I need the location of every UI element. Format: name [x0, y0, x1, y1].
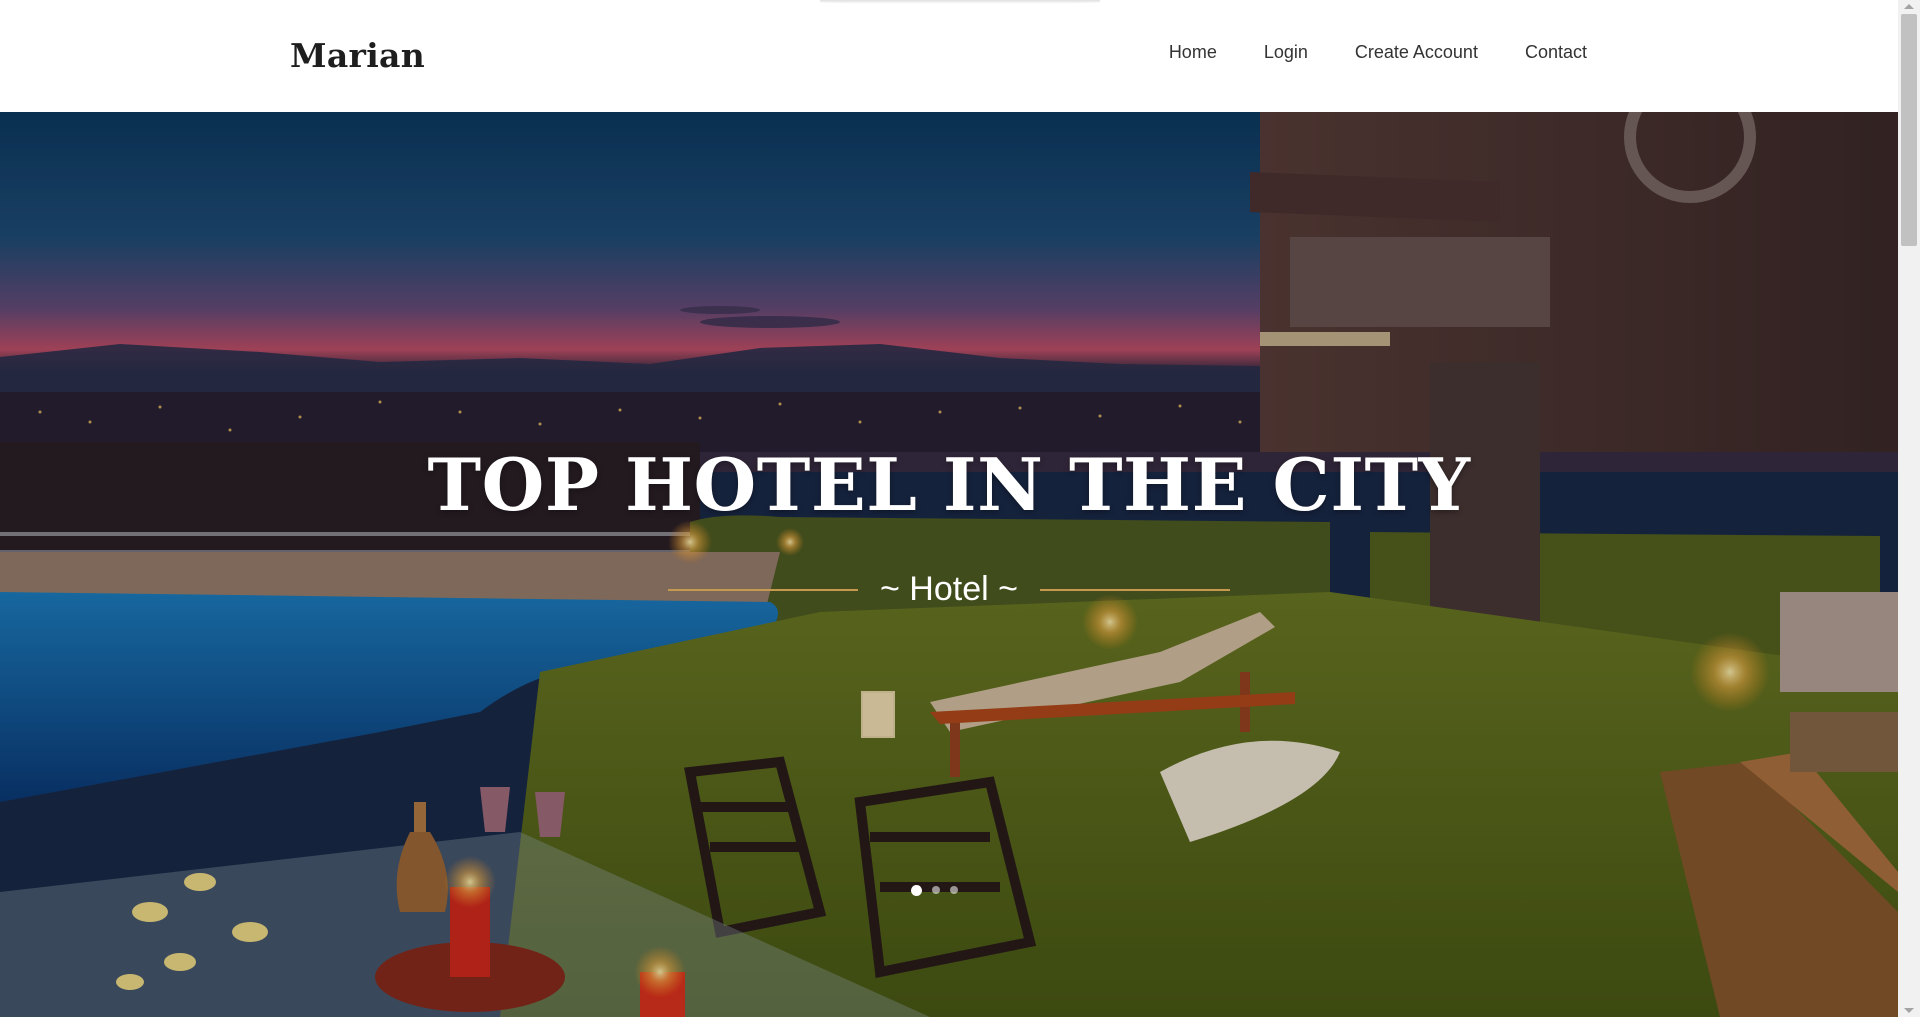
hero-subtitle-row: ~ Hotel ~	[0, 570, 1898, 609]
site-logo[interactable]: Marian	[290, 36, 425, 75]
site-header: Marian Home Login Create Account Contact	[0, 0, 1898, 112]
main-nav: Home Login Create Account Contact	[1169, 42, 1587, 63]
nav-link-home[interactable]: Home	[1169, 42, 1217, 63]
hero-slider: TOP HOTEL IN THE CITY ~ Hotel ~	[0, 112, 1898, 1017]
page-scrollbar[interactable]	[1898, 0, 1920, 1017]
hero-subtitle: ~ Hotel ~	[880, 570, 1018, 608]
slider-dot-2[interactable]	[932, 886, 940, 894]
slider-dots	[911, 885, 958, 896]
hero-divider-right	[1039, 588, 1230, 591]
hero-overlay	[0, 112, 1898, 1017]
slider-dot-1[interactable]	[911, 885, 922, 896]
scroll-up-arrow-icon[interactable]	[1904, 4, 1914, 9]
scrollbar-thumb[interactable]	[1901, 14, 1917, 246]
slider-dot-3[interactable]	[950, 886, 958, 894]
hero-divider-left	[668, 588, 858, 591]
nav-link-create-account[interactable]: Create Account	[1355, 42, 1478, 63]
scroll-down-arrow-icon[interactable]	[1904, 1008, 1914, 1013]
hero-title: TOP HOTEL IN THE CITY	[427, 442, 1471, 527]
page: Marian Home Login Create Account Contact	[0, 0, 1920, 1017]
header-shadow	[820, 0, 1100, 4]
nav-link-contact[interactable]: Contact	[1525, 42, 1587, 63]
nav-link-login[interactable]: Login	[1264, 42, 1308, 63]
